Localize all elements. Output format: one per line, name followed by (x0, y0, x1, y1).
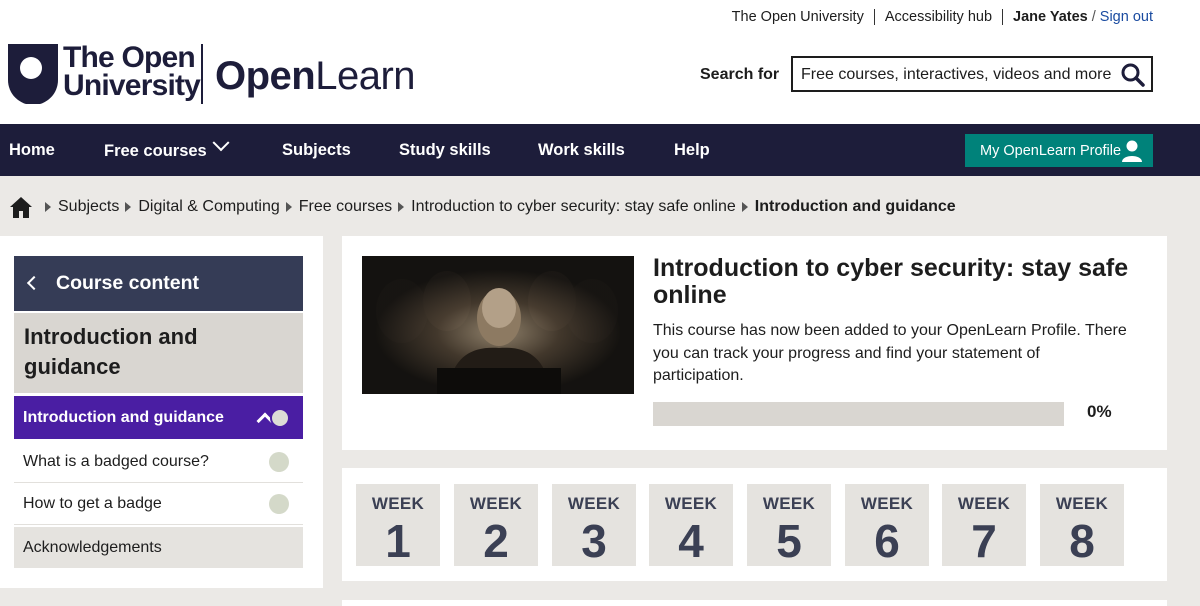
week-label: WEEK (664, 494, 718, 513)
week-number: 8 (1069, 515, 1095, 567)
search-box (791, 56, 1153, 92)
week-label: WEEK (762, 494, 816, 513)
week-navigation: WEEK 1 WEEK 2 WEEK 3 WEEK 4 WEEK 5 WEEK … (342, 468, 1167, 581)
home-icon[interactable] (9, 195, 33, 219)
course-description: This course has now been added to your O… (653, 322, 1127, 384)
week-label: WEEK (957, 494, 1011, 513)
week-4-button[interactable]: WEEK 4 (649, 484, 733, 566)
week-6-button[interactable]: WEEK 6 (845, 484, 929, 566)
sidebar-item-label: Acknowledgements (23, 539, 162, 556)
ou-wordmark-line1: The Open (63, 41, 196, 74)
nav-study-skills[interactable]: Study skills (399, 141, 491, 159)
ou-wordmark: The Open University (63, 41, 201, 102)
sign-out-link[interactable]: Sign out (1100, 9, 1153, 25)
openlearn-wordmark: OpenLearn (215, 54, 416, 98)
course-title: Introduction to cyber security: stay saf… (653, 254, 1129, 309)
week-number: 4 (678, 515, 704, 567)
sidebar-item-get-badge[interactable]: How to get a badge (14, 483, 303, 525)
week-number: 5 (776, 515, 802, 567)
week-8-button[interactable]: WEEK 8 (1040, 484, 1124, 566)
section-title: Introduction and guidance (14, 313, 303, 393)
week-number: 6 (874, 515, 900, 567)
openlearn-logo[interactable]: The Open University OpenLearn (8, 41, 428, 106)
sidebar-item-acknowledgements[interactable]: Acknowledgements (14, 527, 303, 568)
crumb-separator (285, 202, 292, 212)
week-label: WEEK (1055, 494, 1109, 513)
week-3-button[interactable]: WEEK 3 (552, 484, 636, 566)
crumb-free-courses[interactable]: Free courses (299, 198, 392, 216)
week-7-button[interactable]: WEEK 7 (942, 484, 1026, 566)
my-profile-button[interactable]: My OpenLearn Profile (965, 134, 1153, 167)
crumb-digital-computing[interactable]: Digital & Computing (138, 198, 279, 216)
site-header: The Open University Accessibility hub Ja… (0, 0, 1200, 124)
sidebar-item-badged-course[interactable]: What is a badged course? (14, 441, 303, 483)
user-name: Jane Yates (1013, 9, 1088, 25)
week-number: 1 (385, 515, 411, 567)
ou-link[interactable]: The Open University (732, 9, 875, 25)
accessibility-hub-link[interactable]: Accessibility hub (875, 9, 1004, 25)
week-label: WEEK (567, 494, 621, 513)
sidebar-item-introduction[interactable]: Introduction and guidance (14, 396, 303, 439)
chevron-down-icon (212, 134, 230, 152)
nav-subjects[interactable]: Subjects (282, 141, 351, 159)
course-content-label: Course content (56, 272, 200, 294)
progress-dot-icon (269, 452, 289, 472)
ou-wordmark-line2: University (63, 69, 201, 102)
crumb-course[interactable]: Introduction to cyber security: stay saf… (411, 198, 736, 216)
progress-dot-icon (270, 408, 290, 428)
week-label: WEEK (469, 494, 523, 513)
nav-free-courses[interactable]: Free courses (104, 134, 230, 160)
week-5-button[interactable]: WEEK 5 (747, 484, 831, 566)
week-number: 3 (581, 515, 607, 567)
course-content-button[interactable]: Course content (14, 256, 303, 311)
crumb-current: Introduction and guidance (754, 198, 956, 215)
week-label: WEEK (860, 494, 914, 513)
crumb-separator (398, 202, 405, 212)
week-1-button[interactable]: WEEK 1 (356, 484, 440, 566)
course-hero-image (362, 256, 634, 394)
search-input[interactable] (801, 64, 1111, 86)
course-sidebar: Course content Introduction and guidance… (0, 236, 323, 588)
sidebar-item-label: How to get a badge (23, 495, 162, 512)
top-links: The Open University Accessibility hub Ja… (732, 9, 1153, 25)
chevron-left-icon (26, 275, 42, 291)
progress-bar (653, 402, 1064, 426)
crumb-separator (741, 202, 748, 212)
logo-divider (201, 44, 203, 104)
openlearn-wordmark-regular: Learn (315, 54, 416, 98)
openlearn-wordmark-bold: Open (215, 54, 316, 98)
search-icon[interactable] (1119, 61, 1147, 89)
progress-dot-icon (269, 494, 289, 514)
breadcrumb: Subjects Digital & Computing Free course… (9, 190, 956, 224)
progress-percent: 0% (1087, 402, 1112, 421)
nav-free-courses-label: Free courses (104, 142, 207, 160)
week-2-button[interactable]: WEEK 2 (454, 484, 538, 566)
week-label: WEEK (371, 494, 425, 513)
sidebar-item-label: What is a badged course? (23, 453, 209, 470)
next-section-card (342, 600, 1167, 606)
crumb-subjects[interactable]: Subjects (58, 198, 119, 216)
user-separator: / (1091, 9, 1096, 25)
sidebar-item-label: Introduction and guidance (23, 409, 224, 426)
user-icon (1122, 140, 1142, 162)
nav-home[interactable]: Home (9, 141, 55, 159)
my-profile-label: My OpenLearn Profile (980, 143, 1122, 159)
crumb-separator (45, 202, 51, 212)
crumb-separator (125, 202, 132, 212)
course-card: Introduction to cyber security: stay saf… (342, 236, 1167, 450)
week-number: 7 (971, 515, 997, 567)
week-number: 2 (483, 515, 509, 567)
nav-help[interactable]: Help (674, 141, 710, 159)
search-label: Search for (700, 66, 780, 83)
ou-shield-icon (8, 44, 58, 104)
nav-work-skills[interactable]: Work skills (538, 141, 625, 159)
